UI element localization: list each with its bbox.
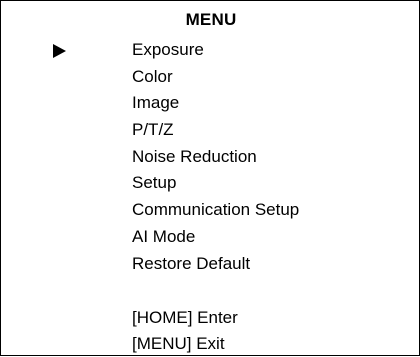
selection-arrow-icon — [53, 43, 66, 58]
menu-item-noise-reduction[interactable]: Noise Reduction — [132, 144, 299, 171]
hint-enter: [HOME] Enter — [132, 308, 238, 327]
menu-title: MENU — [185, 10, 237, 29]
menu-list: Exposure Color Image P/T/Z Noise Reducti… — [132, 37, 299, 277]
menu-item-ai-mode[interactable]: AI Mode — [132, 224, 299, 251]
key-hints: [HOME] Enter [MENU] Exit — [132, 305, 238, 357]
menu-item-color[interactable]: Color — [132, 64, 299, 91]
menu-item-setup[interactable]: Setup — [132, 170, 299, 197]
menu-item-restore-default[interactable]: Restore Default — [132, 251, 299, 278]
menu-item-ptz[interactable]: P/T/Z — [132, 117, 299, 144]
menu-item-image[interactable]: Image — [132, 90, 299, 117]
menu-item-exposure[interactable]: Exposure — [132, 37, 299, 64]
menu-item-communication-setup[interactable]: Communication Setup — [132, 197, 299, 224]
osd-menu-panel: MENU Exposure Color Image P/T/Z Noise Re… — [0, 0, 420, 356]
hint-exit: [MENU] Exit — [132, 334, 225, 353]
